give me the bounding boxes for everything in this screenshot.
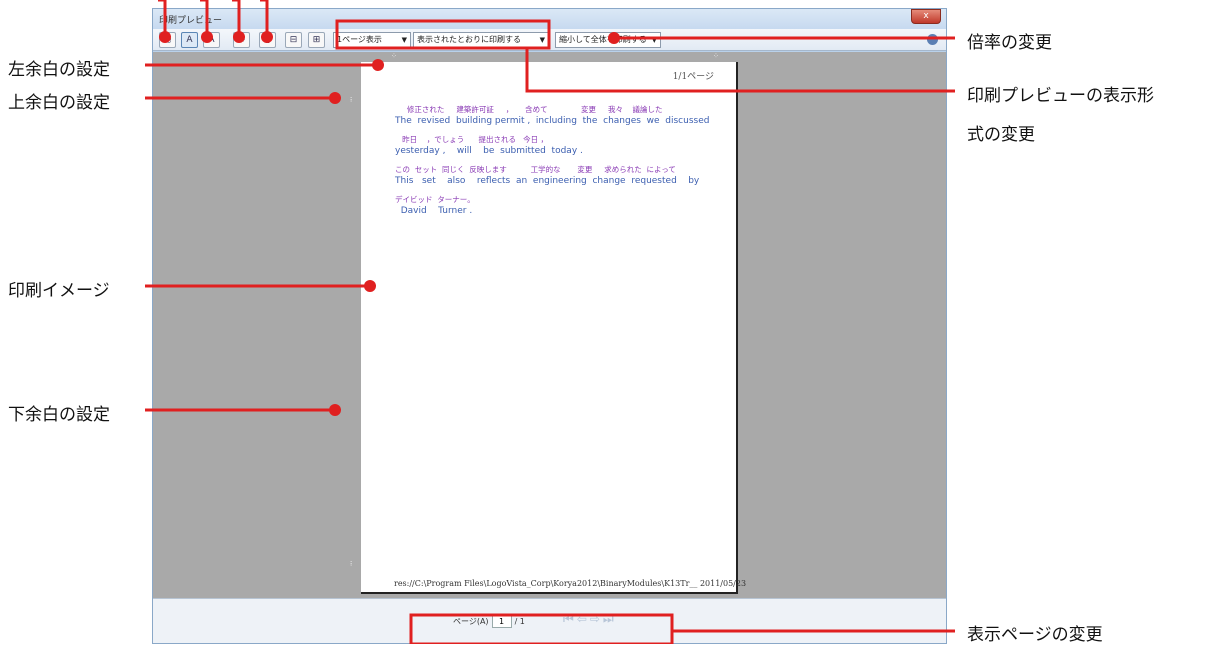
print-mode-select[interactable]: 表示されたとおりに印刷する ▼	[413, 32, 549, 48]
label-display-format-2: 式の変更	[967, 125, 1035, 145]
zoom-value: 縮小して全体を印刷する	[559, 35, 647, 44]
chevron-down-icon: ▼	[401, 36, 407, 44]
page-number-input[interactable]	[491, 615, 512, 628]
page-selector: ページ(A) / 1	[453, 615, 525, 628]
jp-line: デイビッド ターナー。	[395, 195, 475, 204]
en-line: yesterday , will be submitted today .	[395, 146, 583, 156]
page-total: / 1	[514, 617, 525, 626]
page-width-icon: ⊟	[289, 35, 298, 45]
jp-line: この セット 同じく 反映します 工学的な 変更 求められた によって	[395, 165, 676, 174]
title-bar: 印刷プレビュー x	[153, 9, 946, 31]
label-print-image: 印刷イメージ	[8, 281, 110, 301]
jp-line: 修正された 建築許可証 ， 含めて 変更 我々 議論した	[395, 105, 663, 114]
jp-line: 昨日 ，でしょう 提出される 今日 ，	[395, 135, 549, 144]
page-text: 修正された 建築許可証 ， 含めて 変更 我々 議論した The revised…	[395, 104, 725, 224]
zoom-select[interactable]: 縮小して全体を印刷する ▼	[555, 32, 661, 48]
help-icon[interactable]	[927, 34, 938, 45]
chevron-down-icon: ▼	[651, 36, 657, 44]
toolbar: ⎙ A A ⚙ ▯ ⊟ ⊞ 1ページ表示 ▼ 表示されたとおりに印刷する ▼ 縮…	[153, 29, 946, 51]
label-bottom-margin: 下余白の設定	[8, 405, 110, 425]
chevron-down-icon: ▼	[539, 36, 545, 44]
left-margin-handle[interactable]: ⁘	[391, 52, 397, 60]
print-mode-value: 表示されたとおりに印刷する	[417, 35, 521, 44]
status-bar: ページ(A) / 1 ⏮⇦⇨⏭	[153, 598, 946, 643]
single-page-button[interactable]: ▯	[259, 32, 276, 48]
view-mode-select[interactable]: 1ページ表示 ▼	[333, 32, 411, 48]
landscape-button[interactable]: A	[203, 32, 220, 48]
en-line: David Turner .	[395, 206, 473, 216]
label-page-change: 表示ページの変更	[967, 625, 1103, 645]
page-setup-button[interactable]: ⚙	[233, 32, 250, 48]
landscape-icon: A	[208, 35, 215, 45]
print-button[interactable]: ⎙	[159, 32, 176, 48]
portrait-button[interactable]: A	[181, 32, 198, 48]
top-margin-handle[interactable]: ⁝	[350, 96, 356, 104]
full-page-icon: ⊞	[312, 35, 321, 45]
page-footer: res://C:\Program Files\LogoVista_Corp\Ko…	[394, 579, 747, 588]
printer-icon: ⎙	[163, 35, 172, 45]
bottom-margin-handle[interactable]: ⁝	[350, 560, 356, 568]
label-zoom-change: 倍率の変更	[967, 33, 1052, 53]
portrait-icon: A	[186, 35, 193, 45]
right-margin-handle[interactable]: ⁘	[713, 52, 719, 60]
label-display-format-1: 印刷プレビューの表示形	[967, 86, 1154, 106]
close-button[interactable]: x	[911, 9, 941, 24]
page-label: ページ(A)	[453, 617, 489, 626]
print-page-image: 1/1ページ 修正された 建築許可証 ， 含めて 変更 我々 議論した The …	[361, 62, 746, 594]
label-left-margin: 左余白の設定	[8, 60, 110, 80]
en-line: The revised building permit , including …	[395, 116, 710, 126]
full-page-button[interactable]: ⊞	[308, 32, 325, 48]
settings-icon: ⚙	[237, 35, 246, 45]
en-line: This set also reflects an engineering ch…	[395, 176, 700, 186]
label-top-margin: 上余白の設定	[8, 93, 110, 113]
page-width-button[interactable]: ⊟	[285, 32, 302, 48]
window-title: 印刷プレビュー	[159, 16, 223, 26]
single-page-icon: ▯	[265, 35, 270, 45]
page-nav-buttons[interactable]: ⏮⇦⇨⏭	[563, 612, 617, 627]
page-number-label: 1/1ページ	[672, 72, 714, 82]
view-mode-value: 1ページ表示	[337, 35, 382, 44]
print-preview-window: 印刷プレビュー x ⎙ A A ⚙ ▯ ⊟ ⊞ 1ページ表示 ▼ 表示されたとお…	[152, 8, 947, 644]
preview-area: ⁘ ⁘ ⁝ ⁝ 1/1ページ 修正された 建築許可証 ， 含めて 変更 我々 議…	[153, 52, 946, 600]
